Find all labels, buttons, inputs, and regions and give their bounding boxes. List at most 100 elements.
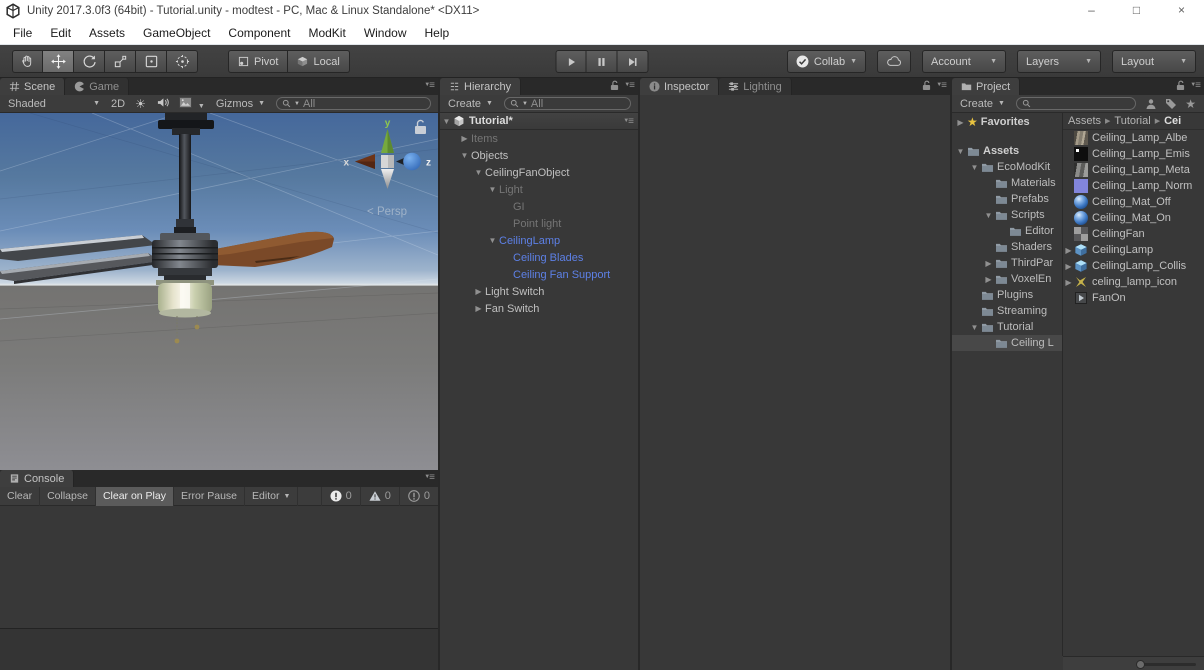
expand-arrow-icon[interactable]: ▼ xyxy=(472,168,485,177)
asset-item-ceiling-mat-off[interactable]: Ceiling_Mat_Off xyxy=(1063,194,1204,210)
panel-menu-icon[interactable]: ▼≡ xyxy=(936,80,946,91)
menu-item-component[interactable]: Component xyxy=(219,26,299,40)
hierarchy-item-ceilinglamp[interactable]: ▼CeilingLamp xyxy=(440,232,638,249)
tab-hierarchy[interactable]: Hierarchy xyxy=(440,78,521,95)
project-folder-ceiling-l[interactable]: Ceiling L xyxy=(952,335,1062,351)
lock-icon[interactable] xyxy=(1176,80,1185,91)
menu-item-file[interactable]: File xyxy=(4,26,41,40)
2d-toggle-button[interactable]: 2D xyxy=(106,98,130,110)
local-toggle-button[interactable]: Local xyxy=(288,50,349,73)
collab-users-icon[interactable] xyxy=(1145,98,1157,110)
panel-menu-icon[interactable]: ▼≡ xyxy=(424,80,434,91)
lock-icon[interactable] xyxy=(922,80,931,91)
play-button[interactable] xyxy=(556,50,587,73)
error-count-badge[interactable]: 0 xyxy=(399,487,438,506)
project-folder-assets[interactable]: ▼Assets xyxy=(952,143,1062,159)
account-dropdown[interactable]: Account ▼ xyxy=(922,50,1006,73)
menu-item-window[interactable]: Window xyxy=(355,26,416,40)
project-folder-editor[interactable]: Editor xyxy=(952,223,1062,239)
hierarchy-search-input[interactable]: ▼ All xyxy=(504,97,631,110)
info-count-badge[interactable]: 0 xyxy=(321,487,360,506)
layers-dropdown[interactable]: Layers ▼ xyxy=(1017,50,1101,73)
create-dropdown[interactable]: Create ▼ xyxy=(954,95,1011,112)
asset-item-ceilinglamp[interactable]: ▶CeilingLamp xyxy=(1063,242,1204,258)
expand-arrow-icon[interactable]: ▶ xyxy=(1063,262,1074,271)
tab-project[interactable]: Project xyxy=(952,78,1020,95)
transform-tool-button[interactable] xyxy=(167,50,198,73)
hierarchy-item-ceiling-blades[interactable]: Ceiling Blades xyxy=(440,249,638,266)
scene-effects-dropdown[interactable]: ▼ xyxy=(174,97,210,111)
panel-menu-icon[interactable]: ▼≡ xyxy=(624,80,634,91)
hierarchy-item-ceilingfanobject[interactable]: ▼CeilingFanObject xyxy=(440,164,638,181)
expand-arrow-icon[interactable]: ▼ xyxy=(968,323,981,332)
maximize-button[interactable]: □ xyxy=(1114,0,1159,22)
hierarchy-item-objects[interactable]: ▼Objects xyxy=(440,147,638,164)
project-folder-favorites[interactable]: ▶★Favorites xyxy=(952,114,1062,130)
asset-item-ceiling-lamp-meta[interactable]: Ceiling_Lamp_Meta xyxy=(1063,162,1204,178)
project-folder-materials[interactable]: Materials xyxy=(952,175,1062,191)
asset-item-ceilinglamp-collis[interactable]: ▶CeilingLamp_Collis xyxy=(1063,258,1204,274)
panel-menu-icon[interactable]: ▼≡ xyxy=(424,472,434,483)
asset-item-fanon[interactable]: FanOn xyxy=(1063,290,1204,306)
project-folder-plugins[interactable]: Plugins xyxy=(952,287,1062,303)
gizmos-dropdown[interactable]: Gizmos ▼ xyxy=(210,95,271,112)
expand-arrow-icon[interactable]: ▶ xyxy=(472,304,485,313)
tab-console[interactable]: Console xyxy=(0,470,74,487)
expand-arrow-icon[interactable]: ▼ xyxy=(982,211,995,220)
lock-icon[interactable] xyxy=(610,80,619,91)
scene-lighting-toggle[interactable]: ☀ xyxy=(130,97,151,111)
project-folder-shaders[interactable]: Shaders xyxy=(952,239,1062,255)
expand-arrow-icon[interactable]: ▼ xyxy=(954,147,967,156)
favorites-star-icon[interactable]: ★ xyxy=(1185,97,1196,111)
tab-lighting[interactable]: Lighting xyxy=(719,78,792,95)
clear-button[interactable]: Clear xyxy=(0,487,40,506)
project-folder-scripts[interactable]: ▼Scripts xyxy=(952,207,1062,223)
expand-arrow-icon[interactable]: ▶ xyxy=(1063,246,1074,255)
project-folder-prefabs[interactable]: Prefabs xyxy=(952,191,1062,207)
project-search-input[interactable] xyxy=(1016,97,1136,110)
scene-menu-icon[interactable]: ▼≡ xyxy=(623,116,633,127)
breadcrumb-item-assets[interactable]: Assets xyxy=(1068,115,1101,127)
project-folder-voxelen[interactable]: ▶VoxelEn xyxy=(952,271,1062,287)
error-pause-button[interactable]: Error Pause xyxy=(174,487,245,506)
expand-arrow-icon[interactable]: ▼ xyxy=(458,151,471,160)
close-button[interactable]: × xyxy=(1159,0,1204,22)
scene-audio-toggle[interactable] xyxy=(151,97,174,111)
tab-game[interactable]: Game xyxy=(65,78,129,95)
tab-inspector[interactable]: Inspector xyxy=(640,78,719,95)
menu-item-help[interactable]: Help xyxy=(416,26,459,40)
hierarchy-item-light[interactable]: ▼Light xyxy=(440,181,638,198)
step-button[interactable] xyxy=(618,50,649,73)
lock-icon[interactable] xyxy=(415,120,426,134)
label-tag-icon[interactable] xyxy=(1165,98,1177,110)
hierarchy-item-ceiling-fan-support[interactable]: Ceiling Fan Support xyxy=(440,266,638,283)
expand-arrow-icon[interactable]: ▼ xyxy=(440,117,453,126)
projection-mode-label[interactable]: < Persp xyxy=(367,206,407,218)
project-folder-streaming[interactable]: Streaming xyxy=(952,303,1062,319)
asset-item-ceiling-lamp-emis[interactable]: Ceiling_Lamp_Emis xyxy=(1063,146,1204,162)
move-tool-button[interactable] xyxy=(43,50,74,73)
expand-arrow-icon[interactable]: ▼ xyxy=(968,163,981,172)
scene-viewport[interactable]: y x z < Persp xyxy=(0,113,438,470)
project-folder-tutorial[interactable]: ▼Tutorial xyxy=(952,319,1062,335)
minimize-button[interactable]: – xyxy=(1069,0,1114,22)
expand-arrow-icon[interactable]: ▶ xyxy=(982,275,995,284)
hierarchy-item-point-light[interactable]: Point light xyxy=(440,215,638,232)
expand-arrow-icon[interactable]: ▶ xyxy=(982,259,995,268)
asset-item-celing-lamp-icon[interactable]: ▶celing_lamp_icon xyxy=(1063,274,1204,290)
pause-button[interactable] xyxy=(587,50,618,73)
menu-item-edit[interactable]: Edit xyxy=(41,26,80,40)
shading-mode-dropdown[interactable]: Shaded ▼ xyxy=(2,95,106,112)
breadcrumb-item-cei[interactable]: Cei xyxy=(1164,115,1181,127)
layout-dropdown[interactable]: Layout ▼ xyxy=(1112,50,1196,73)
expand-arrow-icon[interactable]: ▼ xyxy=(486,185,499,194)
breadcrumb-item-tutorial[interactable]: Tutorial xyxy=(1114,115,1150,127)
pivot-toggle-button[interactable]: Pivot xyxy=(228,50,288,73)
slider-knob[interactable] xyxy=(1136,660,1145,669)
editor-button[interactable]: Editor▼ xyxy=(245,487,298,506)
rotate-tool-button[interactable] xyxy=(74,50,105,73)
hierarchy-item-fan-switch[interactable]: ▶Fan Switch xyxy=(440,300,638,317)
tab-scene[interactable]: Scene xyxy=(0,78,65,95)
hand-tool-button[interactable] xyxy=(12,50,43,73)
hierarchy-item-gi[interactable]: GI xyxy=(440,198,638,215)
